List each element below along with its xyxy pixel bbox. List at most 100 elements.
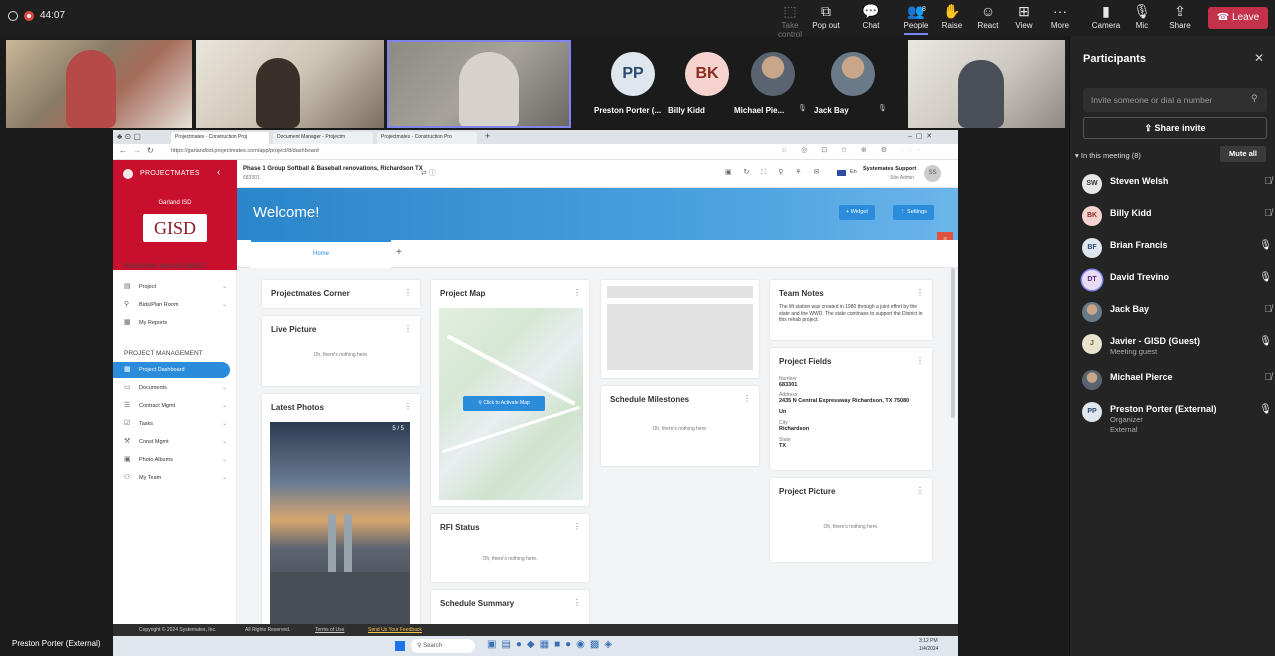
sidebar-item-tasks[interactable]: ☑ Tasks ⌄: [113, 416, 237, 432]
reports-icon: ▦: [124, 319, 131, 326]
in-meeting-heading[interactable]: ▾ In this meeting (8): [1075, 151, 1141, 160]
browser-tab-1[interactable]: Projectmates - Construction Proj: [171, 132, 269, 144]
sidebar-item-label: Const Mgmt: [139, 439, 169, 445]
participant-tile[interactable]: Michael Pie... 🎙: [734, 40, 810, 128]
org-logo: GISD: [143, 214, 207, 242]
participant-row[interactable]: J Javier - GISD (Guest) Meeting guest 🎙: [1082, 332, 1272, 360]
sidebar-item-my-reports[interactable]: ▦ My Reports: [113, 315, 237, 331]
participant-name: Michael Pie...: [734, 106, 785, 115]
new-tab-icon[interactable]: +: [485, 131, 490, 141]
share-invite-button[interactable]: ⇪ Share invite: [1083, 117, 1267, 139]
page-scrollbar[interactable]: [951, 268, 955, 418]
share-button[interactable]: ⇪ Share: [1160, 3, 1200, 35]
browser-tab-3[interactable]: Projectmates - Construction Pro: [377, 132, 477, 144]
mute-all-button[interactable]: Mute all: [1220, 146, 1266, 162]
mic-off-icon: 🎙̸: [1264, 176, 1273, 187]
view-button[interactable]: ⊞ View: [1004, 3, 1044, 35]
sidebar-item-my-team[interactable]: ⚇ My Team ⌄: [113, 470, 237, 486]
activate-map-button[interactable]: ⚲ Click to Activate Map: [463, 396, 545, 411]
participant-name: Jack Bay: [814, 106, 849, 115]
sidebar-item-project[interactable]: ▤ Project ⌄: [113, 279, 237, 295]
card-menu-icon[interactable]: ⋮: [404, 402, 412, 411]
more-button[interactable]: ··· More: [1040, 3, 1080, 35]
feedback-link[interactable]: Send Us Your Feedback: [368, 627, 422, 633]
mic-button[interactable]: 🎙 Mic: [1122, 3, 1162, 35]
card-menu-icon[interactable]: ⋮: [573, 522, 581, 531]
participant-row[interactable]: BF Brian Francis 🎙: [1082, 236, 1272, 264]
window-controls[interactable]: – ▢ ✕: [908, 132, 932, 140]
close-icon[interactable]: ✕: [1254, 51, 1264, 65]
toolbar-label: Pop out: [812, 21, 840, 30]
latest-photo[interactable]: 5 / 5: [270, 422, 410, 626]
sidebar-item-project-dashboard[interactable]: ▦ Project Dashboard: [113, 362, 230, 378]
participant-row[interactable]: BK Billy Kidd 🎙̸: [1082, 204, 1272, 232]
user-avatar[interactable]: SS: [924, 165, 941, 182]
participant-video: [459, 52, 519, 126]
url-field[interactable]: https://garlandisd.projectmates.com/app/…: [171, 148, 319, 154]
taskbar-app-icons[interactable]: ▣▤●◆▦■●◉▩◈: [487, 639, 617, 650]
video-tile-1[interactable]: [6, 40, 192, 128]
card-title: Latest Photos: [271, 403, 324, 412]
participant-row[interactable]: Michael Pierce 🎙̸: [1082, 368, 1272, 396]
sidebar-item-bids-plan-room[interactable]: ⚲ Bids/Plan Room ⌄: [113, 297, 237, 313]
swap-project-icon[interactable]: ⇄ ⓘ: [421, 168, 436, 178]
sidebar-item-photo-albums[interactable]: ▣ Photo Albums ⌄: [113, 452, 237, 468]
take-control-button[interactable]: ⬚ Take control: [770, 3, 810, 39]
invite-input[interactable]: Invite someone or dial a number ⚲: [1083, 88, 1267, 112]
terms-link[interactable]: Terms of Use: [315, 627, 344, 633]
camera-button[interactable]: ▮ Camera: [1086, 3, 1126, 35]
reload-icon[interactable]: ↻: [147, 146, 154, 155]
leave-button[interactable]: ☎ Leave: [1208, 7, 1268, 29]
taskbar-search[interactable]: ⚲ Search: [411, 639, 475, 653]
record-icon: [8, 11, 18, 21]
card-menu-icon[interactable]: ⋮: [916, 288, 924, 297]
forward-icon[interactable]: →: [133, 146, 141, 155]
map-area[interactable]: ⚲ Click to Activate Map: [439, 308, 583, 500]
sidebar-item-const-mgmt[interactable]: ⚒ Const Mgmt ⌄: [113, 434, 237, 450]
participant-row[interactable]: DT David Trevino 🎙: [1082, 268, 1272, 296]
card-menu-icon[interactable]: ⋮: [573, 288, 581, 297]
card-menu-icon[interactable]: ⋮: [573, 598, 581, 607]
dashboard: Projectmates Corner ⋮ Live Picture ⋮ Oh,…: [237, 268, 958, 636]
windows-start-icon[interactable]: [395, 641, 405, 651]
toolbar-label: Mic: [1135, 21, 1149, 30]
video-tile-2[interactable]: [196, 40, 384, 128]
avatar: [1082, 302, 1102, 322]
add-widget-button[interactable]: + Widget: [839, 205, 875, 220]
card-menu-icon[interactable]: ⋮: [916, 486, 924, 495]
team-notes-text: The lift station was created in 1980 thr…: [779, 304, 923, 323]
settings-button[interactable]: ⋮ Settings: [893, 205, 934, 220]
collapse-sidebar-icon[interactable]: ‹: [217, 167, 220, 178]
participant-name: Jack Bay: [1110, 304, 1150, 314]
participant-row[interactable]: SW Steven Welsh 🎙̸: [1082, 172, 1272, 200]
teams-toolbar: 44:07 ⬚ Take control ⧉ Pop out 💬 Chat 👥 People 8…: [0, 0, 1275, 39]
add-tab-button[interactable]: +: [396, 247, 402, 258]
card-menu-icon[interactable]: ⋮: [743, 394, 751, 403]
raise-button[interactable]: ✋ Raise: [932, 3, 972, 35]
react-button[interactable]: ☺ React: [968, 3, 1008, 35]
participant-row[interactable]: PP Preston Porter (External) Organizer Exte…: [1082, 400, 1272, 434]
card-menu-icon[interactable]: ⋮: [916, 356, 924, 365]
card-menu-icon[interactable]: ⋮: [404, 324, 412, 333]
toolbar-label: People: [903, 21, 929, 30]
participant-tile[interactable]: PP Preston Porter (...: [594, 40, 670, 128]
people-button[interactable]: 👥 People 8: [896, 3, 936, 35]
header-tool-icons[interactable]: ▣ ↻ ⛶ ⚲ ⚘ ✉: [725, 168, 824, 177]
video-tile-5[interactable]: [908, 40, 1065, 128]
pop-out-button[interactable]: ⧉ Pop out: [806, 3, 846, 35]
participant-row[interactable]: Jack Bay 🎙̸: [1082, 300, 1272, 328]
sidebar-item-contract-mgmt[interactable]: ☰ Contract Mgmt ⌄: [113, 398, 237, 414]
team-icon: ⚇: [124, 474, 131, 481]
card-menu-icon[interactable]: ⋮: [404, 288, 412, 297]
video-tile-active-speaker[interactable]: [387, 40, 571, 128]
presenter-name: Preston Porter (External): [0, 632, 112, 656]
back-icon[interactable]: ←: [119, 146, 127, 155]
sidebar-item-documents[interactable]: ▭ Documents ⌄: [113, 380, 237, 396]
chat-button[interactable]: 💬 Chat: [851, 3, 891, 35]
participant-tile[interactable]: Jack Bay 🎙: [814, 40, 890, 128]
browser-tab-2[interactable]: Document Manager - Projectm: [273, 132, 373, 144]
language-select[interactable]: En: [850, 169, 857, 175]
tab-home[interactable]: Home: [251, 240, 391, 268]
browser-toolbar-icons[interactable]: ☆ ◎ ⊡ ✩ ⊕ ⚙ ···: [781, 146, 926, 154]
avatar: J: [1082, 334, 1102, 354]
